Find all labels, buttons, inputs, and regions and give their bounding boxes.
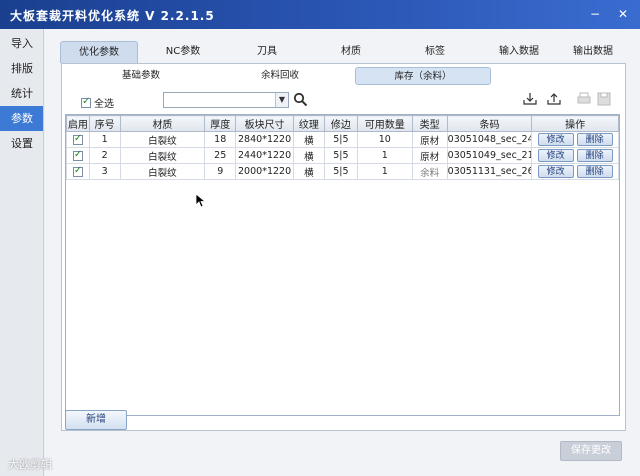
sub-tabs: 基础参数 余料回收 库存（余料） xyxy=(62,67,625,85)
watermark: 大欧剪辑 xyxy=(8,458,52,471)
sidebar-item-statistics[interactable]: 统计 xyxy=(0,81,43,106)
delete-button[interactable]: 删除 xyxy=(576,149,613,162)
row-type: 余料 xyxy=(411,163,448,180)
select-all[interactable]: 全选 xyxy=(81,95,114,110)
select-all-label: 全选 xyxy=(94,99,114,110)
table-header: 启用 序号 材质 厚度 板块尺寸 纹理 修边 可用数量 类型 条码 操作 xyxy=(66,115,619,132)
col-actions: 操作 xyxy=(531,115,619,132)
row-enabled-checkbox[interactable] xyxy=(72,133,83,145)
chevron-down-icon[interactable]: ▼ xyxy=(275,93,288,107)
export-icon[interactable] xyxy=(547,92,561,106)
content-panel: 基础参数 余料回收 库存（余料） 全选 ▼ xyxy=(61,63,626,431)
row-barcode: 03051048_sec_24 xyxy=(446,131,533,148)
row-thickness: 25 xyxy=(204,147,237,164)
subtab-offcut-recycle[interactable]: 余料回收 xyxy=(215,67,345,85)
window-title: 大板套裁开料优化系统 V 2.2.1.5 xyxy=(10,9,215,23)
tab-input-data[interactable]: 输入数据 xyxy=(480,41,558,63)
inventory-table: 启用 序号 材质 厚度 板块尺寸 纹理 修边 可用数量 类型 条码 操作 ✓ 1… xyxy=(65,114,620,416)
row-size: 2840*1220 xyxy=(235,131,294,148)
row-size: 2000*1220 xyxy=(235,163,294,180)
import-icon[interactable] xyxy=(523,92,537,106)
toolbar: 全选 ▼ xyxy=(62,90,625,112)
mouse-cursor-icon xyxy=(196,194,206,208)
table-row[interactable]: 3 白裂纹 9 2000*1220 横 5|5 1 余料 03051131_se… xyxy=(66,163,619,180)
select-all-checkbox[interactable] xyxy=(81,96,91,108)
print-icon[interactable] xyxy=(577,92,591,106)
sidebar: 导入 排版 统计 参数 设置 xyxy=(0,29,44,476)
row-grain: 横 xyxy=(292,131,325,148)
row-thickness: 9 xyxy=(204,163,237,180)
col-barcode[interactable]: 条码 xyxy=(446,115,533,132)
sidebar-item-layout[interactable]: 排版 xyxy=(0,56,43,81)
minimize-button[interactable]: − xyxy=(586,5,604,23)
title-bar: 大板套裁开料优化系统 V 2.2.1.5 − ✕ xyxy=(0,0,640,29)
edit-button[interactable]: 修改 xyxy=(537,149,574,162)
table-row[interactable]: 1 白裂纹 18 2840*1220 横 5|5 10 原材 03051048_… xyxy=(66,131,619,148)
tab-labels[interactable]: 标签 xyxy=(396,41,474,63)
tab-material[interactable]: 材质 xyxy=(312,41,390,63)
tab-tools[interactable]: 刀具 xyxy=(228,41,306,63)
delete-button[interactable]: 删除 xyxy=(576,133,613,146)
sidebar-item-import[interactable]: 导入 xyxy=(0,31,43,56)
col-enabled[interactable]: 启用 xyxy=(66,115,90,132)
row-thickness: 18 xyxy=(204,131,237,148)
row-trim: 5|5 xyxy=(323,163,358,180)
table-row[interactable]: 2 白裂纹 25 2440*1220 横 5|5 1 原材 03051049_s… xyxy=(66,147,619,164)
row-grain: 横 xyxy=(292,163,325,180)
subtab-basic-params[interactable]: 基础参数 xyxy=(76,67,206,85)
row-no: 3 xyxy=(88,163,121,180)
row-qty: 10 xyxy=(356,131,413,148)
row-barcode: 03051049_sec_21 xyxy=(446,147,533,164)
subtab-inventory[interactable]: 库存（余料） xyxy=(355,67,491,85)
row-no: 2 xyxy=(88,147,121,164)
col-type[interactable]: 类型 xyxy=(411,115,448,132)
row-enabled-checkbox[interactable] xyxy=(72,165,83,177)
edit-button[interactable]: 修改 xyxy=(537,165,574,178)
delete-button[interactable]: 删除 xyxy=(576,165,613,178)
row-type: 原材 xyxy=(411,147,448,164)
row-qty: 1 xyxy=(356,163,413,180)
main-area: 优化参数 NC参数 刀具 材质 标签 输入数据 输出数据 基础参数 余料回收 库… xyxy=(45,29,640,476)
tab-output-data[interactable]: 输出数据 xyxy=(554,41,632,63)
row-size: 2440*1220 xyxy=(235,147,294,164)
save-changes-button[interactable]: 保存更改 xyxy=(560,441,622,461)
save-icon[interactable] xyxy=(597,92,611,106)
row-trim: 5|5 xyxy=(323,147,358,164)
col-qty[interactable]: 可用数量 xyxy=(356,115,413,132)
row-material: 白裂纹 xyxy=(119,163,206,180)
row-type: 原材 xyxy=(411,131,448,148)
close-button[interactable]: ✕ xyxy=(614,5,632,23)
col-size[interactable]: 板块尺寸 xyxy=(235,115,294,132)
col-no[interactable]: 序号 xyxy=(88,115,121,132)
sidebar-item-parameters[interactable]: 参数 xyxy=(0,106,43,131)
row-enabled-checkbox[interactable] xyxy=(72,149,83,161)
material-filter-select[interactable]: ▼ xyxy=(163,92,289,108)
col-material[interactable]: 材质 xyxy=(119,115,206,132)
sidebar-item-settings[interactable]: 设置 xyxy=(0,131,43,156)
row-material: 白裂纹 xyxy=(119,131,206,148)
row-qty: 1 xyxy=(356,147,413,164)
col-trim[interactable]: 修边 xyxy=(323,115,358,132)
row-no: 1 xyxy=(88,131,121,148)
tab-nc-params[interactable]: NC参数 xyxy=(144,41,222,63)
add-button[interactable]: 新增 xyxy=(65,410,127,430)
search-icon[interactable] xyxy=(293,92,308,107)
col-grain[interactable]: 纹理 xyxy=(292,115,325,132)
row-grain: 横 xyxy=(292,147,325,164)
row-material: 白裂纹 xyxy=(119,147,206,164)
row-trim: 5|5 xyxy=(323,131,358,148)
row-barcode: 03051131_sec_26 xyxy=(446,163,533,180)
edit-button[interactable]: 修改 xyxy=(537,133,574,146)
col-thickness[interactable]: 厚度 xyxy=(204,115,237,132)
tab-optimize-params[interactable]: 优化参数 xyxy=(60,41,138,63)
